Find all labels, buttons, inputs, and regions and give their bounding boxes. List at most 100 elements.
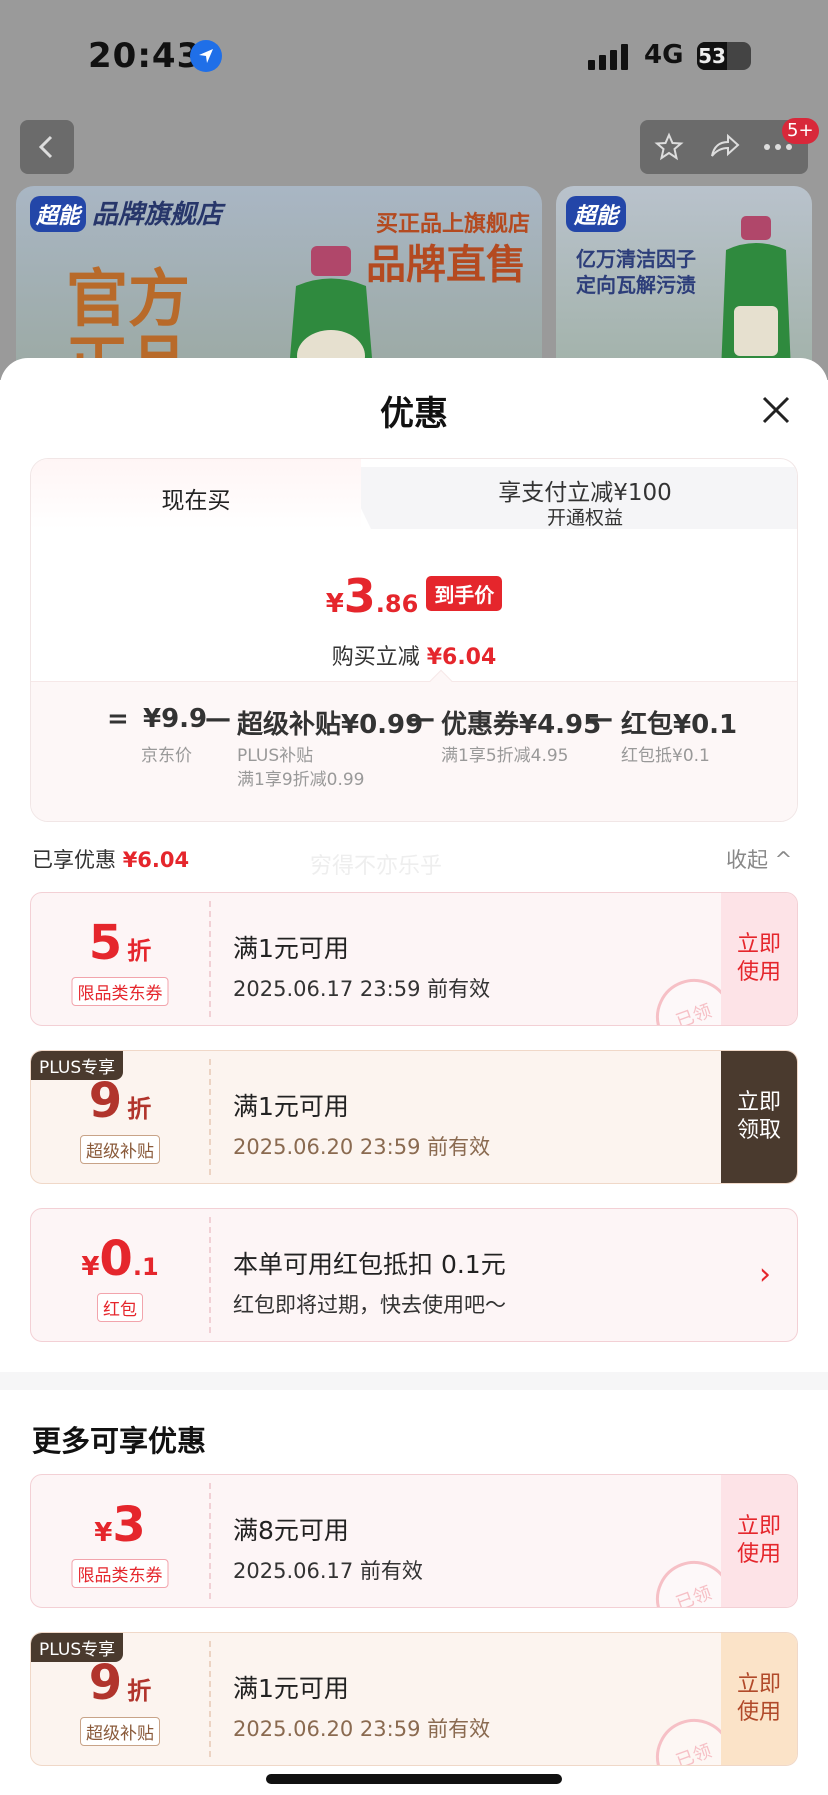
coupon-value-unit: 折 (127, 1095, 152, 1123)
coupon-value-number: 9 (88, 1655, 123, 1711)
calc-minus-3: — (587, 704, 613, 734)
battery-icon: 53 (697, 42, 751, 70)
banner-product[interactable]: 超能 亿万清洁因子 定向瓦解污渍 (556, 186, 812, 380)
coupon-value-block: ¥3 限品类东券 (31, 1475, 209, 1607)
price-calculation: = ¥9.9 京东价 — 超级补贴¥0.99 PLUS补贴 满1享9折减0.99 … (31, 681, 797, 821)
coupon-condition: 满1元可用 (233, 934, 349, 963)
coupon-expiry: 2025.06.17 23:59 前有效 (233, 977, 491, 1001)
use-now-button[interactable]: 立即使用 (721, 893, 797, 1025)
banner-brand: 超能 品牌旗舰店 (30, 194, 222, 232)
price-integer: 3 (343, 569, 376, 623)
background-page: 20:43 4G 53 5+ 超能 品牌旗舰店 官方正品 买正品上旗舰店 品牌直售 (0, 0, 828, 380)
calc-minus-2: — (409, 704, 435, 734)
tab-pay-discount[interactable]: 享支付立减¥100 开通权益 (341, 467, 797, 529)
enjoyed-value: ¥6.04 (122, 848, 190, 872)
coupon-card: 5 折 限品类东券 满1元可用 2025.06.17 23:59 前有效 已领 … (30, 892, 798, 1026)
more-coupon-card: ¥3 限品类东券 满8元可用 2025.06.17 前有效 已领 立即使用 (30, 1474, 798, 1608)
close-icon[interactable] (756, 390, 796, 430)
status-bar: 20:43 4G 53 (0, 0, 828, 110)
redpacket-tag: 红包 (97, 1293, 143, 1322)
save-line: 购买立减 ¥6.04 (31, 639, 797, 671)
star-icon[interactable] (654, 132, 684, 162)
coupon-type-tag: 超级补贴 (80, 1717, 160, 1746)
tab-buy-now[interactable]: 现在买 (31, 459, 361, 529)
calc-subsidy-sub2: 满1享9折减0.99 (237, 770, 365, 790)
coupon-value: 5 折 (31, 915, 209, 971)
banner-flagship[interactable]: 超能 品牌旗舰店 官方正品 买正品上旗舰店 品牌直售 (16, 186, 542, 380)
calc-subsidy-sub1: PLUS补贴 (237, 746, 314, 766)
coupon-value: 9 折 (31, 1655, 209, 1711)
redpacket-description: 本单可用红包抵扣 0.1元 (233, 1250, 506, 1279)
brand-text: 品牌旗舰店 (92, 200, 223, 230)
coupon-value-unit: 折 (127, 937, 152, 965)
calc-subsidy: 超级补贴¥0.99 (237, 710, 424, 740)
calc-jd-price: ¥9.9 (143, 704, 208, 734)
use-now-button[interactable]: 立即使用 (721, 1475, 797, 1607)
redpacket-card[interactable]: ¥0.1 红包 本单可用红包抵扣 0.1元 红包即将过期，快去使用吧～ › (30, 1208, 798, 1342)
price-breakdown-card: 享支付立减¥100 开通权益 现在买 ¥3.86 到手价 购买立减 ¥6.04 =… (30, 458, 798, 822)
brand-logo: 超能 (30, 196, 87, 232)
coupon-divider (209, 1641, 211, 1757)
redpacket-value-decimal: .1 (132, 1253, 159, 1281)
use-now-button[interactable]: 立即使用 (721, 1633, 797, 1765)
back-button[interactable] (20, 120, 74, 174)
coupon-divider (209, 1483, 211, 1599)
more-discounts-title: 更多可享优惠 (32, 1424, 207, 1458)
tab-pay-line1: 享支付立减¥100 (498, 480, 672, 506)
enjoyed-discount: 已享优惠 ¥6.04 (32, 844, 189, 874)
coupon-value: 9 折 (31, 1073, 209, 1129)
enjoyed-label: 已享优惠 (32, 848, 116, 872)
save-value: ¥6.04 (426, 645, 497, 670)
coupon-value-block: 9 折 超级补贴 (31, 1051, 209, 1183)
message-badge: 5+ (782, 118, 819, 144)
brand-logo-2: 超能 (566, 196, 627, 232)
coupon-value-symbol: ¥ (94, 1518, 113, 1548)
claim-now-button[interactable]: 立即领取 (721, 1051, 797, 1183)
coupon-type-tag: 限品类东券 (71, 1559, 169, 1588)
coupon-value-unit: 折 (127, 1677, 152, 1705)
calc-coupon: 优惠券¥4.95 (441, 710, 602, 740)
coupon-value-number: 5 (88, 915, 123, 971)
coupon-divider (209, 1059, 211, 1175)
tab-buy-now-label: 现在买 (161, 488, 231, 514)
final-price: ¥3.86 到手价 (31, 569, 797, 623)
calc-equals: = (107, 704, 129, 734)
status-time: 20:43 (88, 36, 202, 76)
home-indicator[interactable] (266, 1774, 562, 1784)
chevron-left-icon (38, 135, 53, 159)
calc-redpacket-label: 红包抵¥0.1 (621, 746, 710, 766)
coupon-expiry: 2025.06.20 23:59 前有效 (233, 1135, 491, 1159)
watermark: 穷得不亦乐乎 (310, 854, 443, 879)
redpacket-value-number: 0 (99, 1231, 133, 1287)
calc-coupon-label: 满1享5折减4.95 (441, 746, 569, 766)
redpacket-value: ¥0.1 (31, 1231, 209, 1287)
discount-sheet: 优惠 享支付立减¥100 开通权益 现在买 ¥3.86 到手价 购买立减 ¥6.0… (0, 358, 828, 1795)
coupon-divider (209, 1217, 211, 1333)
section-divider (0, 1372, 828, 1390)
calc-redpacket: 红包¥0.1 (621, 710, 738, 740)
price-decimal: .86 (375, 590, 419, 618)
collapse-button[interactable]: 收起 ^ (726, 844, 792, 874)
coupon-card-plus: PLUS专享 9 折 超级补贴 满1元可用 2025.06.20 23:59 前… (30, 1050, 798, 1184)
coupon-divider (209, 901, 211, 1017)
more-coupon-card-plus: PLUS专享 9 折 超级补贴 满1元可用 2025.06.20 23:59 前… (30, 1632, 798, 1766)
save-label: 购买立减 (331, 645, 420, 670)
price-symbol: ¥ (325, 589, 344, 619)
redpacket-hint: 红包即将过期，快去使用吧～ (233, 1293, 506, 1317)
coupon-condition: 满1元可用 (233, 1674, 349, 1703)
calc-minus-1: — (205, 704, 231, 734)
calc-jd-price-label: 京东价 (141, 746, 192, 766)
coupon-condition: 满8元可用 (233, 1516, 349, 1545)
signal-icon (588, 44, 628, 70)
coupon-condition: 满1元可用 (233, 1092, 349, 1121)
share-icon[interactable] (708, 132, 740, 162)
coupon-value: ¥3 (31, 1497, 209, 1553)
coupon-expiry: 2025.06.17 前有效 (233, 1559, 423, 1583)
location-icon (190, 40, 222, 72)
final-price-tag: 到手价 (426, 576, 503, 611)
coupon-value-number: 3 (112, 1497, 146, 1553)
banner2-line2: 定向瓦解污渍 (576, 273, 696, 297)
coupon-value-block: 9 折 超级补贴 (31, 1633, 209, 1765)
product-bottle-image-2 (720, 216, 792, 380)
sheet-title: 优惠 (380, 394, 448, 434)
